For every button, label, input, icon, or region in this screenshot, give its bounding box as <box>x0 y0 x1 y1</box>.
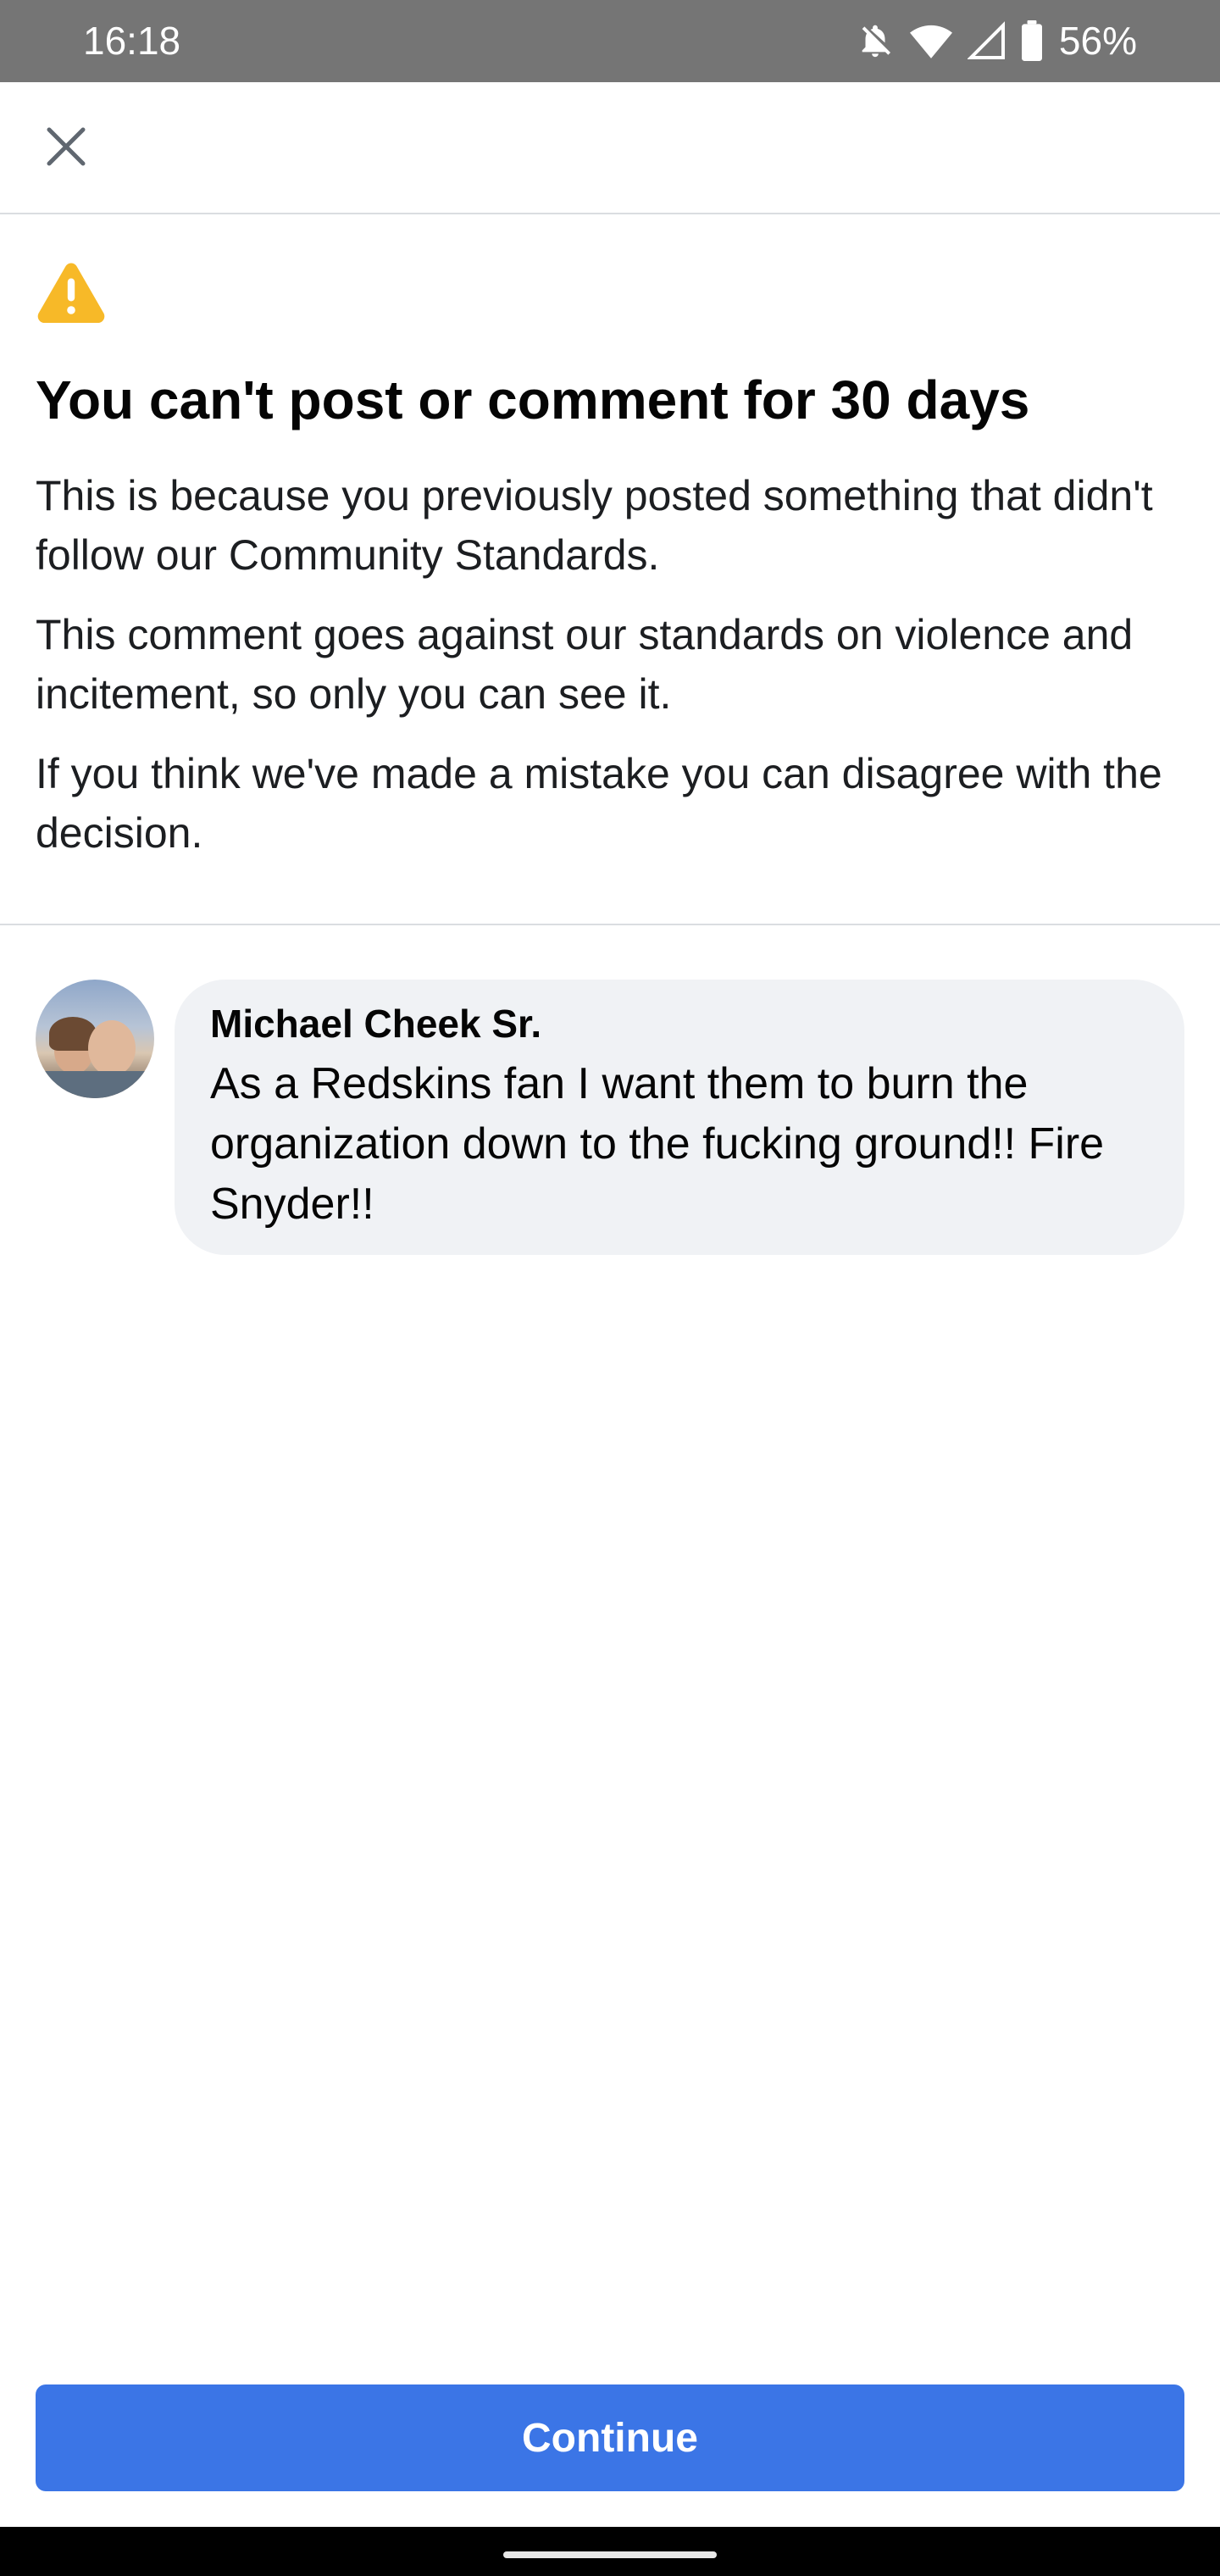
warning-icon <box>36 259 1188 325</box>
bell-off-icon <box>856 21 895 60</box>
status-icons: 56% <box>856 15 1137 66</box>
wifi-icon <box>909 21 952 60</box>
restriction-notice: You can't post or comment for 30 days Th… <box>36 259 1188 863</box>
comment-bubble: Michael Cheek Sr. As a Redskins fan I wa… <box>175 980 1184 1255</box>
home-handle[interactable] <box>503 2551 717 2558</box>
avatar <box>36 980 154 1098</box>
close-button[interactable] <box>25 108 107 189</box>
navigation-bar <box>0 2527 1220 2576</box>
status-bar: 16:18 56% <box>0 0 1220 82</box>
notice-standard: This comment goes against our standards … <box>36 611 1134 718</box>
notice-reason: This is because you previously posted so… <box>36 472 1153 579</box>
close-icon <box>41 121 92 176</box>
continue-button[interactable]: Continue <box>36 2384 1184 2491</box>
battery-icon <box>1020 20 1044 61</box>
status-time: 16:18 <box>83 19 181 63</box>
notice-disagree: If you think we've made a mistake you ca… <box>36 750 1162 857</box>
removed-comment: Michael Cheek Sr. As a Redskins fan I wa… <box>36 980 1184 1255</box>
top-bar <box>0 82 1220 214</box>
comment-text: As a Redskins fan I want them to burn th… <box>210 1059 1105 1229</box>
comment-author: Michael Cheek Sr. <box>210 1002 542 1046</box>
signal-icon <box>967 21 1005 60</box>
battery-percent: 56% <box>1058 19 1137 63</box>
notice-title: You can't post or comment for 30 days <box>36 369 1030 430</box>
section-divider <box>0 924 1220 925</box>
